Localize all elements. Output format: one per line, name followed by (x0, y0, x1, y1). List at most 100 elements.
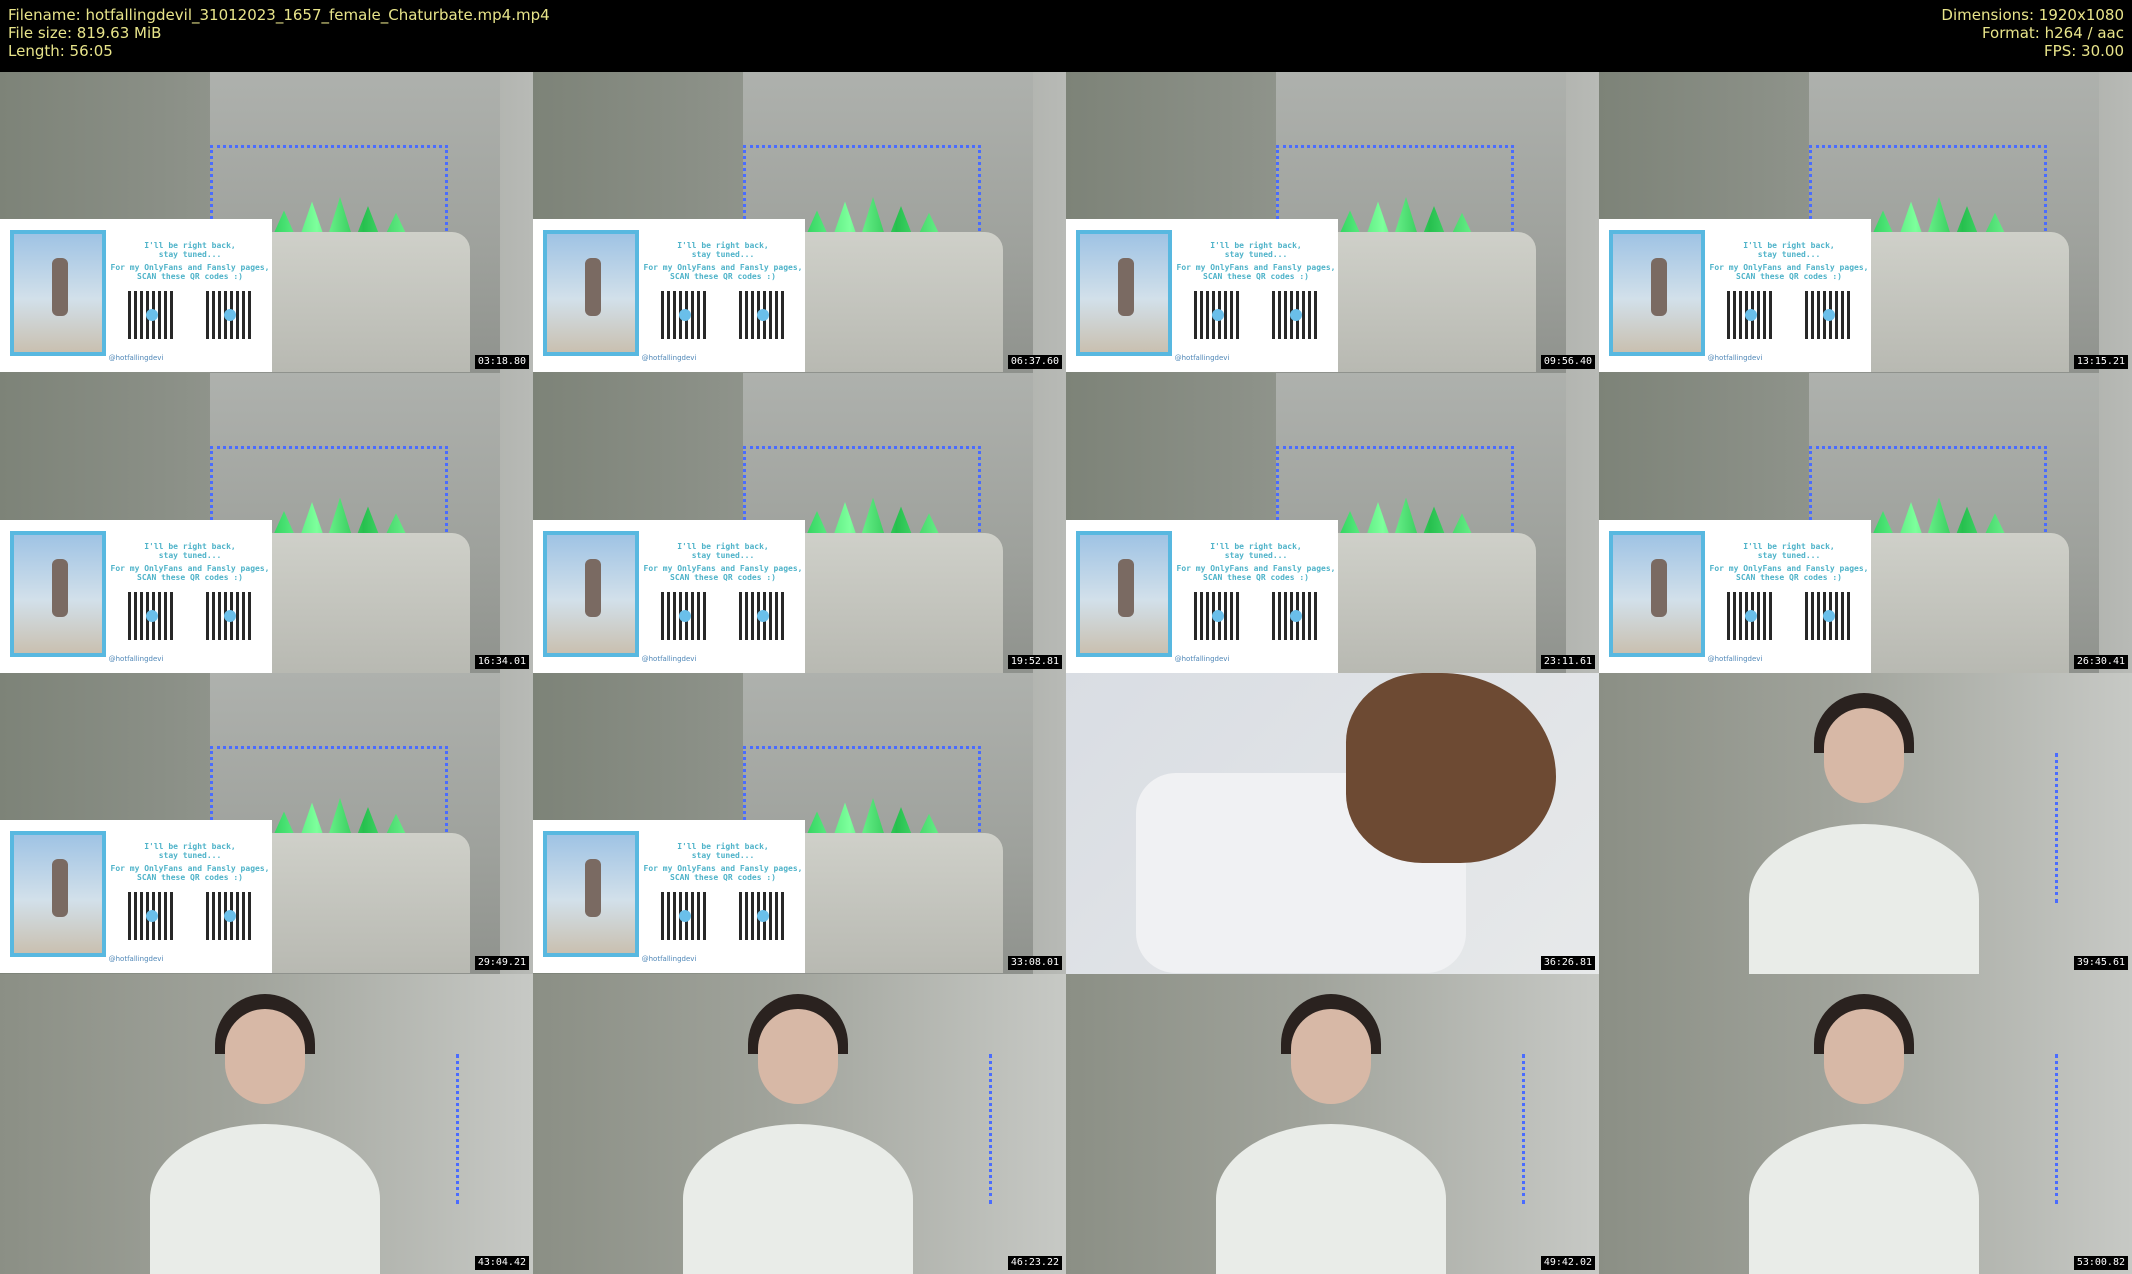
video-thumbnail[interactable]: I'll be right back, stay tuned... For my O… (0, 72, 533, 373)
brb-message: I'll be right back, stay tuned... For my O… (1709, 541, 1869, 582)
face (225, 1008, 305, 1104)
qr-code-icon (1272, 291, 1320, 339)
thumbnail-timestamp: 33:08.01 (1007, 955, 1062, 970)
social-handle: @hotfallingdevi (641, 354, 697, 362)
face (1824, 1008, 1904, 1104)
social-handle: @hotfallingdevi (108, 955, 164, 963)
led-light-strip (456, 1053, 463, 1204)
brb-message: I'll be right back, stay tuned... For my O… (643, 241, 803, 281)
thumbnail-grid: I'll be right back, stay tuned... For my O… (0, 72, 2132, 1274)
video-thumbnail[interactable]: 43:04.42 (0, 973, 533, 1274)
video-thumbnail[interactable]: I'll be right back, stay tuned... For my O… (1066, 372, 1599, 673)
video-thumbnail[interactable]: I'll be right back, stay tuned... For my O… (533, 72, 1066, 373)
brb-photo (1609, 230, 1705, 356)
shirt (1216, 1124, 1446, 1274)
shirt (1749, 823, 1979, 974)
shirt (150, 1124, 380, 1274)
shirt (683, 1124, 913, 1274)
thumbnail-timestamp: 43:04.42 (474, 1256, 529, 1270)
brb-message: I'll be right back, stay tuned... For my O… (643, 541, 803, 582)
thumbnail-timestamp: 26:30.41 (2073, 655, 2128, 669)
brb-photo (10, 831, 106, 957)
format-text: Format: h264 / aac (1981, 24, 2124, 42)
qr-code-icon (661, 291, 709, 339)
thumbnail-timestamp: 16:34.01 (474, 655, 529, 669)
qr-code-icon (1194, 591, 1242, 640)
video-thumbnail[interactable]: I'll be right back, stay tuned... For my O… (1599, 372, 2132, 673)
social-handle: @hotfallingdevi (641, 955, 697, 963)
thumbnail-timestamp: 09:56.40 (1540, 354, 1595, 369)
brb-photo (543, 831, 639, 957)
led-light-strip (2055, 1053, 2062, 1204)
fps-text: FPS: 30.00 (2044, 42, 2124, 60)
qr-code-icon (1194, 291, 1242, 339)
brb-photo (10, 530, 106, 657)
led-light-strip (1522, 1053, 1529, 1204)
video-thumbnail[interactable]: I'll be right back, stay tuned... For my O… (533, 673, 1066, 974)
qr-code-icon (739, 291, 787, 339)
brb-card: I'll be right back, stay tuned... For my O… (1066, 519, 1338, 673)
filename-text: Filename: hotfallingdevil_31012023_1657_… (8, 6, 550, 24)
video-thumbnail[interactable]: I'll be right back, stay tuned... For my O… (0, 673, 533, 974)
info-header: Filename: hotfallingdevil_31012023_1657_… (0, 0, 2132, 72)
social-handle: @hotfallingdevi (108, 354, 164, 362)
brb-card: I'll be right back, stay tuned... For my O… (0, 820, 272, 973)
social-handle: @hotfallingdevi (108, 654, 164, 663)
video-thumbnail[interactable]: I'll be right back, stay tuned... For my O… (1066, 72, 1599, 373)
brb-photo (1076, 530, 1172, 657)
video-thumbnail[interactable]: I'll be right back, stay tuned... For my O… (0, 372, 533, 673)
video-thumbnail[interactable]: 53:00.82 (1599, 973, 2132, 1274)
thumbnail-timestamp: 46:23.22 (1007, 1256, 1062, 1270)
brb-card: I'll be right back, stay tuned... For my O… (533, 519, 805, 673)
qr-code-icon (1272, 591, 1320, 640)
face (1291, 1008, 1371, 1104)
thumbnail-timestamp: 53:00.82 (2073, 1256, 2128, 1270)
video-thumbnail[interactable]: I'll be right back, stay tuned... For my O… (533, 372, 1066, 673)
video-thumbnail[interactable]: 49:42.02 (1066, 973, 1599, 1274)
qr-code-icon (661, 591, 709, 640)
brb-photo (543, 530, 639, 657)
qr-code-icon (128, 892, 176, 940)
social-handle: @hotfallingdevi (1174, 354, 1230, 362)
led-light-strip (2055, 753, 2062, 903)
social-handle: @hotfallingdevi (641, 654, 697, 663)
brb-card: I'll be right back, stay tuned... For my O… (0, 519, 272, 673)
brb-photo (1609, 530, 1705, 657)
led-light-strip (989, 1053, 996, 1204)
qr-code-icon (739, 892, 787, 940)
brb-card: I'll be right back, stay tuned... For my O… (533, 219, 805, 372)
hair (1346, 673, 1556, 863)
video-thumbnail[interactable]: 46:23.22 (533, 973, 1066, 1274)
thumbnail-timestamp: 23:11.61 (1540, 655, 1595, 669)
qr-code-icon (1805, 591, 1853, 640)
shirt (1749, 1124, 1979, 1274)
dimensions-text: Dimensions: 1920x1080 (1941, 6, 2124, 24)
brb-message: I'll be right back, stay tuned... For my O… (110, 241, 270, 281)
brb-message: I'll be right back, stay tuned... For my O… (110, 842, 270, 882)
video-thumbnail[interactable]: 39:45.61 (1599, 673, 2132, 974)
brb-card: I'll be right back, stay tuned... For my O… (0, 219, 272, 372)
brb-card: I'll be right back, stay tuned... For my O… (1599, 219, 1871, 372)
qr-code-icon (1727, 591, 1775, 640)
qr-code-icon (739, 591, 787, 640)
video-thumbnail[interactable]: I'll be right back, stay tuned... For my O… (1599, 72, 2132, 373)
thumbnail-timestamp: 19:52.81 (1007, 655, 1062, 669)
brb-photo (543, 230, 639, 356)
qr-code-icon (1805, 291, 1853, 339)
brb-card: I'll be right back, stay tuned... For my O… (1599, 519, 1871, 673)
thumbnail-timestamp: 03:18.80 (474, 354, 529, 369)
qr-code-icon (128, 291, 176, 339)
thumbnail-timestamp: 49:42.02 (1540, 1256, 1595, 1270)
video-thumbnail[interactable]: 36:26.81 (1066, 673, 1599, 974)
social-handle: @hotfallingdevi (1174, 654, 1230, 663)
brb-message: I'll be right back, stay tuned... For my O… (1709, 241, 1869, 281)
qr-code-icon (206, 591, 254, 640)
brb-message: I'll be right back, stay tuned... For my O… (110, 541, 270, 582)
thumbnail-timestamp: 29:49.21 (474, 955, 529, 970)
social-handle: @hotfallingdevi (1707, 654, 1763, 663)
brb-message: I'll be right back, stay tuned... For my O… (1176, 241, 1336, 281)
thumbnail-timestamp: 06:37.60 (1007, 354, 1062, 369)
qr-code-icon (128, 591, 176, 640)
brb-message: I'll be right back, stay tuned... For my O… (1176, 541, 1336, 582)
length-text: Length: 56:05 (8, 42, 113, 60)
